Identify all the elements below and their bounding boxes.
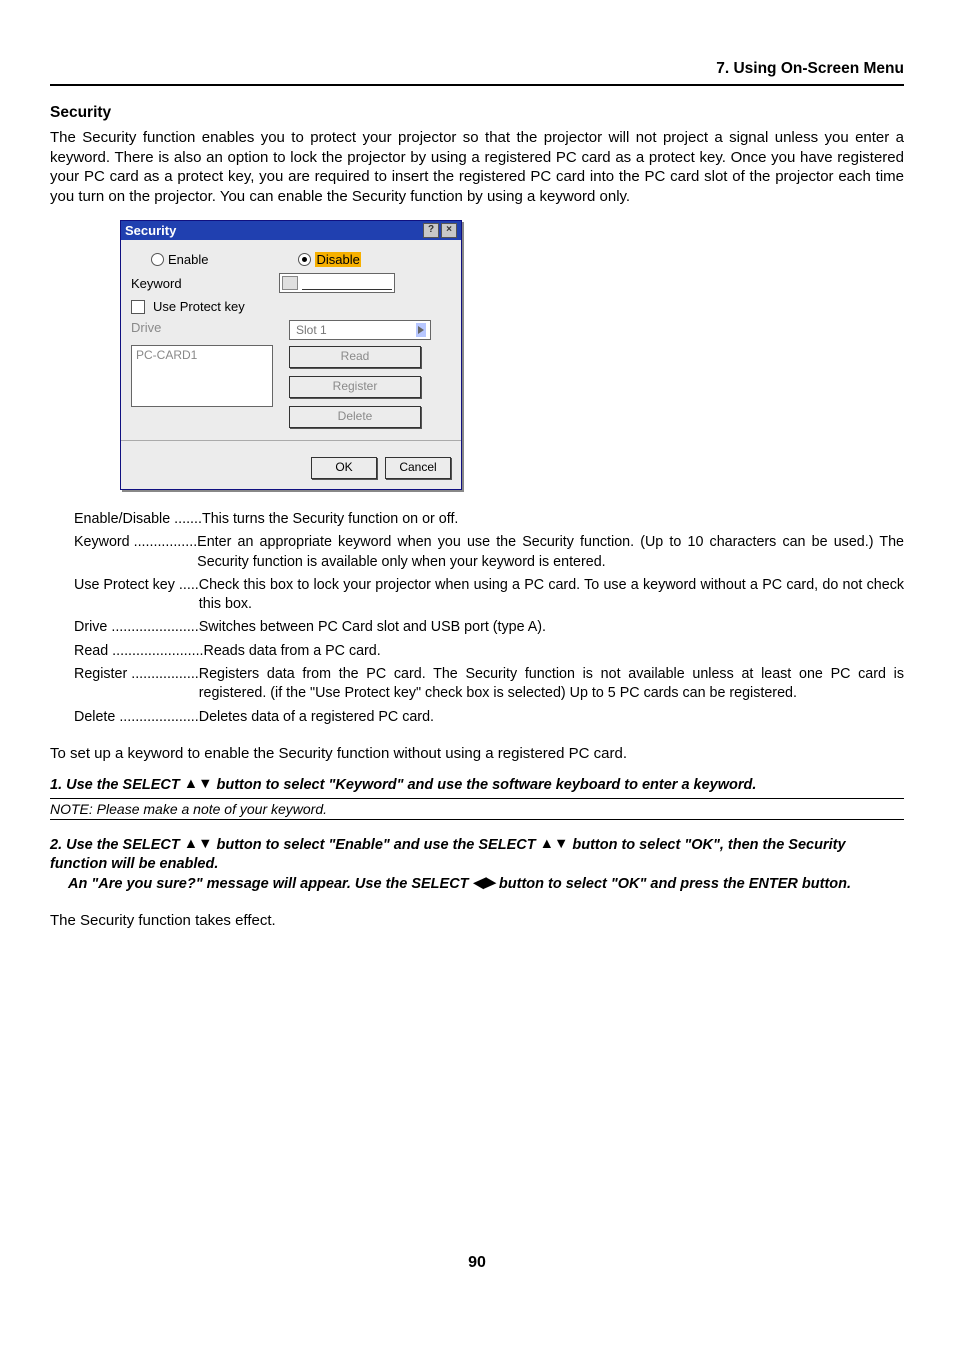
- radio-icon: [151, 253, 164, 266]
- def-row: Enable/Disable ....... This turns the Se…: [74, 510, 904, 529]
- disable-radio[interactable]: Disable: [298, 252, 360, 267]
- up-down-icon: ▲▼: [184, 775, 213, 795]
- security-dialog: Security ? × Enable Disable Keyword: [120, 220, 462, 490]
- step-2: 2. Use the SELECT ▲▼ button to select "E…: [50, 836, 904, 895]
- intro-paragraph: The Security function enables you to pro…: [50, 128, 904, 206]
- note-box: NOTE: Please make a note of your keyword…: [50, 798, 904, 820]
- def-row: Read ....................... Reads data …: [74, 642, 904, 661]
- dialog-title-text: Security: [125, 223, 176, 238]
- input-underline: [302, 288, 392, 290]
- def-row: Drive ...................... Switches be…: [74, 618, 904, 637]
- up-down-icon: ▲▼: [184, 835, 213, 855]
- final-line: The Security function takes effect.: [50, 912, 904, 929]
- chapter-heading: 7. Using On-Screen Menu: [50, 60, 904, 78]
- def-row: Delete .................... Deletes data…: [74, 708, 904, 727]
- steps-intro: To set up a keyword to enable the Securi…: [50, 745, 904, 762]
- dialog-separator: [121, 440, 461, 441]
- use-protect-key-checkbox[interactable]: [131, 300, 145, 314]
- register-button[interactable]: Register: [289, 376, 421, 398]
- slot-select[interactable]: Slot 1: [289, 320, 431, 340]
- step-1: 1. Use the SELECT ▲▼ button to select "K…: [50, 776, 904, 796]
- read-button[interactable]: Read: [289, 346, 421, 368]
- ok-button[interactable]: OK: [311, 457, 377, 479]
- slot-value: Slot 1: [296, 323, 327, 337]
- dialog-titlebar: Security ? ×: [121, 221, 461, 240]
- delete-button[interactable]: Delete: [289, 406, 421, 428]
- disable-radio-label: Disable: [315, 252, 360, 267]
- drive-label: Drive: [131, 320, 281, 335]
- def-row: Register ................. Registers dat…: [74, 665, 904, 704]
- enable-radio[interactable]: Enable: [151, 252, 208, 267]
- page-number: 90: [0, 1254, 954, 1272]
- drive-listbox[interactable]: PC-CARD1: [131, 345, 273, 407]
- def-row: Keyword ................ Enter an approp…: [74, 533, 904, 572]
- up-down-icon: ▲▼: [540, 835, 569, 855]
- keyword-label: Keyword: [131, 276, 271, 291]
- keyword-input[interactable]: [279, 273, 395, 293]
- section-title: Security: [50, 104, 904, 122]
- keyboard-icon: [282, 276, 298, 290]
- use-protect-key-label: Use Protect key: [153, 299, 245, 314]
- left-right-icon: ◀▶: [473, 874, 495, 894]
- radio-icon: [298, 253, 311, 266]
- cancel-button[interactable]: Cancel: [385, 457, 451, 479]
- close-icon[interactable]: ×: [441, 223, 457, 238]
- enable-radio-label: Enable: [168, 252, 208, 267]
- def-row: Use Protect key ..... Check this box to …: [74, 576, 904, 615]
- chevron-right-icon: [416, 323, 426, 337]
- definition-list: Enable/Disable ....... This turns the Se…: [74, 510, 904, 727]
- help-icon[interactable]: ?: [423, 223, 439, 238]
- header-rule: [50, 84, 904, 86]
- list-item: PC-CARD1: [132, 346, 272, 364]
